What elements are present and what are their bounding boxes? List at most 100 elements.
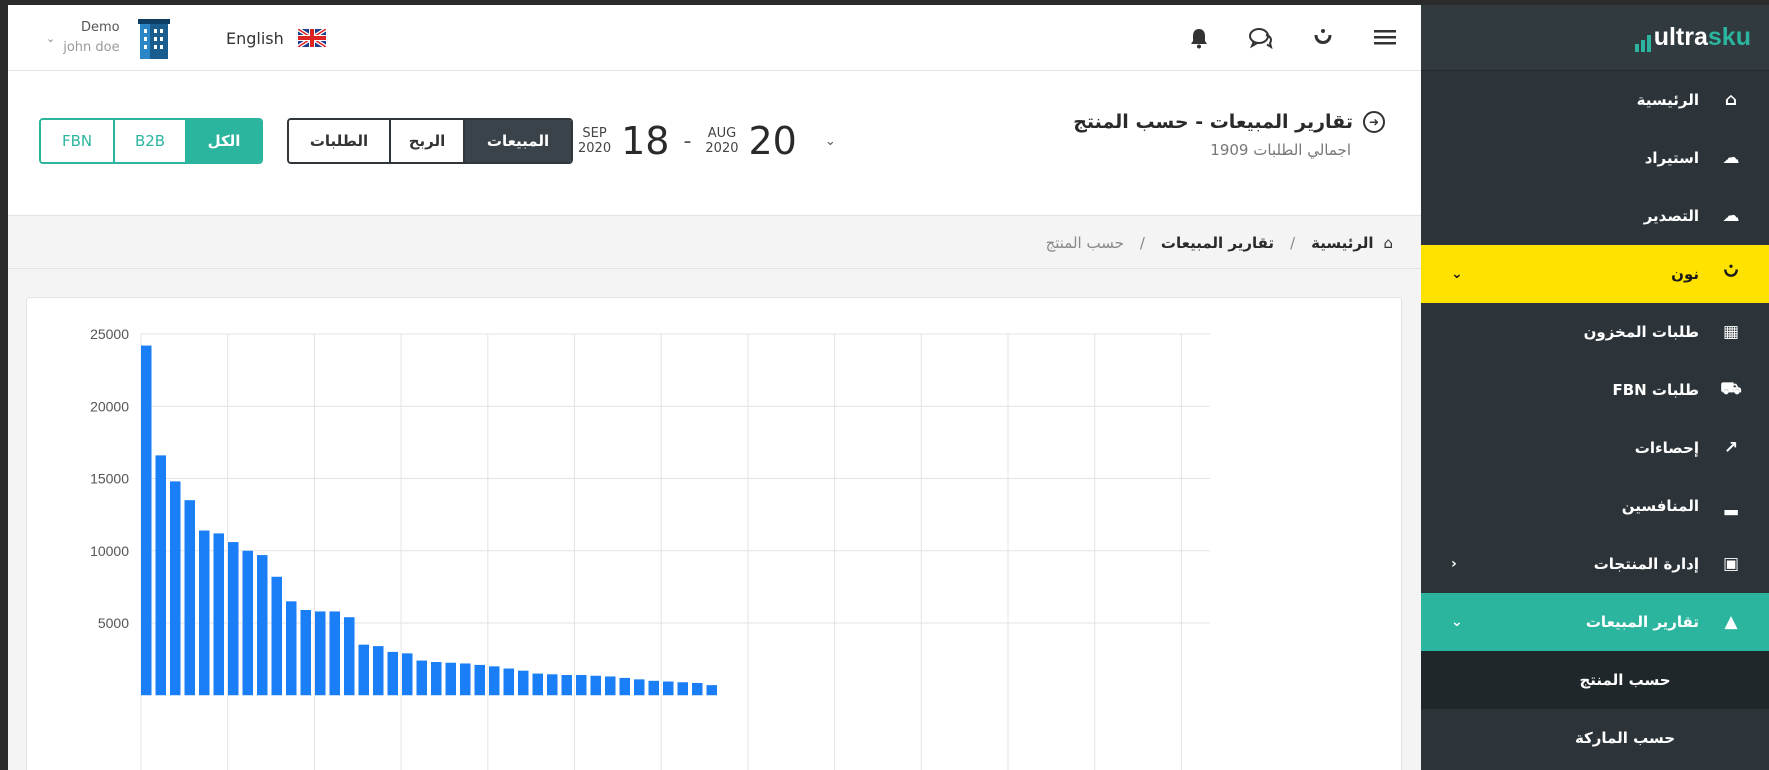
chart-bar[interactable] <box>402 653 413 696</box>
sidebar-item-statistics[interactable]: ↗ إحصاءات <box>1421 419 1769 477</box>
chart-bar[interactable] <box>706 685 718 696</box>
tab-fbn[interactable]: FBN <box>41 120 113 162</box>
chart-bar[interactable] <box>315 611 326 696</box>
chart-bar[interactable] <box>199 530 210 696</box>
chart-bar[interactable] <box>460 663 471 696</box>
y-tick-label: 20000 <box>90 398 129 414</box>
chevron-down-icon[interactable]: ⌄ <box>46 32 55 45</box>
chart-bar[interactable] <box>329 611 341 696</box>
chart-bar[interactable] <box>547 674 558 696</box>
breadcrumb-home[interactable]: الرئيسية <box>1311 234 1373 252</box>
tab-profit[interactable]: الربح <box>389 120 463 162</box>
tab-b2b[interactable]: B2B <box>113 120 185 162</box>
chart-bar[interactable] <box>561 675 573 696</box>
arrow-right-circle-icon[interactable]: ➜ <box>1363 111 1385 133</box>
chart-bar[interactable] <box>228 542 239 696</box>
chart-bar[interactable] <box>532 673 544 696</box>
sidebar-item-product-management[interactable]: ▣ إدارة المنتجات ‹ <box>1421 535 1769 593</box>
stats-icon: ↗ <box>1723 438 1739 458</box>
chart-bar[interactable] <box>576 675 587 696</box>
chart-bar[interactable] <box>213 533 225 696</box>
sidebar-subitem-by-product[interactable]: حسب المنتج <box>1421 651 1769 709</box>
metric-tab-group: المبيعات الربح الطلبات <box>287 118 573 164</box>
sidebar-subitem-label: حسب المنتج <box>1579 671 1671 689</box>
home-icon[interactable]: ⌂ <box>1383 234 1393 252</box>
cloud-upload-icon: ☁ <box>1722 148 1740 168</box>
chart-bar[interactable] <box>416 660 428 696</box>
building-avatar-icon[interactable] <box>136 17 172 59</box>
chart-bar[interactable] <box>474 664 486 696</box>
page-title-text: تقارير المبيعات - حسب المنتج <box>1073 111 1353 133</box>
hamburger-menu-icon[interactable] <box>1369 22 1401 54</box>
chevron-down-icon[interactable]: ⌄ <box>825 134 836 149</box>
chart-bar[interactable] <box>300 609 312 696</box>
user-name: john doe <box>63 40 120 55</box>
chart-bar[interactable] <box>445 662 457 696</box>
sidebar-item-label: تقارير المبيعات <box>1585 613 1699 631</box>
logo-text-main: ultra <box>1653 23 1708 51</box>
chart-bar[interactable] <box>692 682 703 696</box>
language-label: English <box>226 28 284 48</box>
y-tick-label: 10000 <box>90 543 129 559</box>
chart-bar[interactable] <box>663 681 674 696</box>
date-from-month-year: AUG 2020 <box>705 126 738 156</box>
chart-bar[interactable] <box>590 675 602 696</box>
chat-icon[interactable] <box>1245 22 1277 54</box>
sales-by-product-chart: 5000 10000 15000 20000 25000 <box>90 326 1210 770</box>
sidebar-item-home[interactable]: ⌂ الرئيسية <box>1421 71 1769 129</box>
date-from-month: AUG <box>707 126 737 141</box>
breadcrumb-sales-reports[interactable]: تقارير المبيعات <box>1161 234 1274 252</box>
app-frame: ⌄ Demo john doe English ➜ تقارير المبيعا… <box>8 5 1769 770</box>
sidebar-item-label: طلبات المخزون <box>1583 323 1699 341</box>
date-from-year: 2020 <box>705 141 739 156</box>
sidebar-item-competitors[interactable]: ▂ المنافسين <box>1421 477 1769 535</box>
sidebar-item-noon[interactable]: نون ⌄ <box>1421 245 1769 303</box>
chevron-down-icon[interactable]: ⌄ <box>1451 266 1463 282</box>
chevron-down-icon[interactable]: ⌄ <box>1451 614 1463 630</box>
date-range-picker[interactable]: SEP 2020 18 - AUG 2020 20 ⌄ <box>578 121 836 161</box>
tab-orders[interactable]: الطلبات <box>289 120 389 162</box>
cart-icon: ▣ <box>1722 554 1740 574</box>
chart-bar[interactable] <box>344 617 355 696</box>
sidebar-item-sales-reports[interactable]: ▲ تقارير المبيعات ⌄ <box>1421 593 1769 651</box>
sidebar-item-import[interactable]: ☁ استيراد <box>1421 129 1769 187</box>
sidebar-item-export[interactable]: ☁ التصدير <box>1421 187 1769 245</box>
chart-bar[interactable] <box>503 668 515 696</box>
noon-icon[interactable] <box>1307 22 1339 54</box>
sidebar-subitem-label: حسب الماركة <box>1574 729 1676 747</box>
notifications-bell-icon[interactable] <box>1183 22 1215 54</box>
sidebar-item-inventory-orders[interactable]: ▦ طلبات المخزون <box>1421 303 1769 361</box>
chart-bar[interactable] <box>518 670 529 696</box>
sidebar-item-label: المنافسين <box>1621 497 1699 515</box>
sidebar-item-label: الرئيسية <box>1636 91 1699 109</box>
chart-bar[interactable] <box>242 550 254 696</box>
chart-bar[interactable] <box>634 679 645 696</box>
chart-bar[interactable] <box>489 666 500 696</box>
sidebar-item-fbn-orders[interactable]: ⛟ طلبات FBN <box>1421 361 1769 419</box>
chart-bar[interactable] <box>373 646 384 696</box>
ultrasku-logo[interactable]: ultra sku <box>1634 23 1751 52</box>
page-header: ➜ تقارير المبيعات - حسب المنتج اجمالي ال… <box>8 71 1421 216</box>
chart-bar[interactable] <box>619 677 631 696</box>
language-selector[interactable]: English <box>226 5 326 71</box>
chart-bar[interactable] <box>257 555 268 696</box>
chart-bar[interactable] <box>271 576 283 696</box>
chart-bar[interactable] <box>155 455 167 696</box>
chevron-left-icon[interactable]: ‹ <box>1451 556 1457 572</box>
chart-bar[interactable] <box>387 651 399 696</box>
chart-bar[interactable] <box>677 682 689 696</box>
logo-row: ultra sku <box>1421 5 1769 71</box>
chart-bar[interactable] <box>605 676 616 696</box>
chart-bar[interactable] <box>431 662 442 696</box>
user-menu[interactable]: ⌄ Demo john doe <box>46 15 172 61</box>
tab-all[interactable]: الكل <box>185 120 261 162</box>
chart-bar[interactable] <box>648 680 660 696</box>
chart-bar[interactable] <box>358 644 370 696</box>
tab-sales[interactable]: المبيعات <box>463 120 571 162</box>
chart-bar[interactable] <box>170 481 181 696</box>
chart-card: 5000 10000 15000 20000 25000 <box>26 297 1402 770</box>
chart-bar[interactable] <box>184 500 196 696</box>
sidebar-subitem-by-brand[interactable]: حسب الماركة <box>1421 709 1769 767</box>
chart-bar[interactable] <box>141 345 152 696</box>
chart-bar[interactable] <box>286 601 297 696</box>
